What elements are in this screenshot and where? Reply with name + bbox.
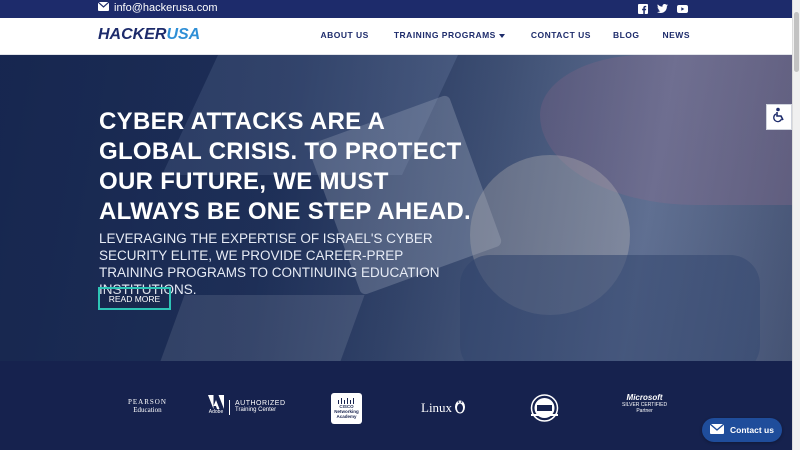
adobe-mark-text: Adobe — [208, 409, 224, 415]
pearson-logo: PEARSON Education — [128, 398, 167, 414]
certification-badge — [528, 393, 561, 423]
accessibility-button[interactable] — [766, 104, 792, 130]
linux-name: Linux — [421, 400, 453, 415]
adobe-logo: Adobe AUTHORIZED Training Center — [207, 395, 286, 419]
microsoft-logo: Microsoft SILVER CERTIFIED Partner — [622, 394, 667, 415]
contact-us-label: Contact us — [730, 425, 774, 435]
contact-us-button[interactable]: Contact us — [702, 418, 782, 442]
youtube-icon[interactable] — [677, 3, 688, 14]
nav-item-training-label: TRAINING PROGRAMS — [393, 30, 496, 40]
page-scrollbar[interactable] — [792, 0, 800, 450]
site-logo[interactable]: HACKER USA — [98, 26, 200, 44]
accessibility-icon — [771, 107, 787, 128]
pearson-name: PEARSON — [128, 398, 167, 406]
adobe-line1: AUTHORIZED — [235, 399, 286, 407]
caret-down-icon — [498, 30, 505, 40]
pearson-sub: Education — [133, 406, 162, 414]
scrollbar-thumb[interactable] — [794, 12, 799, 72]
page: info@hackerusa.com HACKER USA ABOUT US TR… — [0, 0, 800, 450]
hero-headline: CYBER ATTACKS ARE A GLOBAL CRISIS. TO PR… — [99, 108, 472, 225]
adobe-text: AUTHORIZED Training Center — [229, 399, 286, 415]
nav-item-training-programs[interactable]: TRAINING PROGRAMS — [394, 30, 505, 40]
social-links — [637, 3, 688, 14]
main-nav: HACKER USA ABOUT US TRAINING PROGRAMS CON… — [0, 18, 792, 55]
tux-icon — [454, 398, 466, 418]
hero-banner: CYBER ATTACKS ARE A GLOBAL CRISIS. TO PR… — [0, 55, 792, 361]
linux-logo: Linux — [421, 398, 466, 418]
cisco-line3: Academy — [336, 414, 357, 419]
nav-item-news[interactable]: NEWS — [663, 30, 691, 40]
logo-hacker: HACKER — [98, 26, 167, 43]
logo-usa: USA — [166, 26, 201, 43]
microsoft-line3: Partner — [636, 408, 653, 414]
email-link[interactable]: info@hackerusa.com — [97, 1, 218, 14]
cisco-logo: CISCO Networking Academy — [331, 393, 362, 424]
badge-icon — [530, 394, 559, 422]
nav-item-contact-us[interactable]: CONTACT US — [531, 30, 591, 40]
adobe-mark: Adobe — [207, 395, 225, 419]
partners-strip: PEARSON Education Adobe AUTHORIZED Train… — [0, 361, 792, 450]
nav-item-blog[interactable]: BLOG — [613, 30, 640, 40]
nav-item-about-us[interactable]: ABOUT US — [320, 30, 368, 40]
email-text: info@hackerusa.com — [114, 2, 218, 14]
adobe-line2: Training Center — [235, 407, 277, 413]
top-bar: info@hackerusa.com — [0, 0, 792, 18]
read-more-button[interactable]: READ MORE — [98, 287, 171, 310]
twitter-icon[interactable] — [657, 3, 668, 14]
nav-menu: ABOUT US TRAINING PROGRAMS CONTACT US BL… — [320, 30, 690, 40]
facebook-icon[interactable] — [637, 3, 648, 14]
envelope-icon — [97, 1, 110, 14]
envelope-icon — [709, 423, 725, 436]
